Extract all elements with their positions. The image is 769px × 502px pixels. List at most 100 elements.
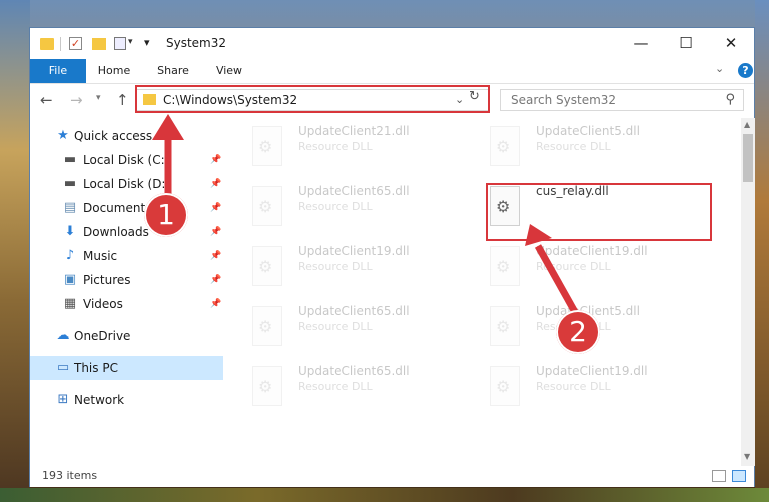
title-bar: ✓ ▾ ▾ System32 — ☐ ✕ [30, 28, 754, 59]
tab-share[interactable]: Share [148, 59, 198, 83]
sidebar-item-label: This PC [74, 361, 118, 375]
file-item[interactable]: UpdateClient65.dll Resource DLL [232, 358, 468, 416]
step-marker-2: 2 [556, 310, 600, 354]
pin-icon[interactable]: 📌 [210, 292, 221, 316]
back-arrow-icon[interactable]: ← [40, 91, 53, 109]
cloud-icon: ☁ [56, 328, 70, 343]
scroll-up-icon[interactable]: ▲ [744, 120, 750, 129]
pin-icon[interactable]: 📌 [210, 172, 221, 196]
file-item[interactable]: UpdateClient65.dll Resource DLL [232, 298, 468, 356]
sidebar-item-onedrive[interactable]: ☁ OneDrive [30, 324, 223, 348]
sidebar-item-pictures[interactable]: ▣ Pictures 📌 [30, 268, 223, 292]
network-icon: ⊞ [57, 392, 69, 407]
sidebar-item-videos[interactable]: ▦ Videos 📌 [30, 292, 223, 316]
dll-file-icon [490, 246, 520, 286]
up-arrow-icon[interactable]: ↑ [116, 91, 129, 109]
file-type: Resource DLL [298, 320, 373, 333]
status-bar: 193 items [30, 466, 754, 487]
tab-view[interactable]: View [206, 59, 252, 83]
dll-file-icon [252, 306, 282, 346]
sidebar-item-label: Local Disk (C:) [83, 153, 170, 167]
details-view-icon[interactable] [712, 470, 726, 482]
sidebar-item-label: Network [74, 393, 125, 407]
ribbon-tabs: File Home Share View ⌄ ? [30, 59, 754, 84]
file-list: UpdateClient21.dllResource DLLUpdateClie… [232, 118, 738, 470]
file-name: UpdateClient65.dll [298, 304, 410, 318]
recent-locations-icon[interactable]: ▾ [96, 93, 101, 103]
sidebar-item-local-disk-d[interactable]: ▬ Local Disk (D:) 📌 [30, 172, 223, 196]
file-name: UpdateClient65.dll [298, 364, 410, 378]
pin-icon[interactable]: 📌 [210, 148, 221, 172]
search-icon[interactable]: ⚲ [725, 92, 735, 107]
search-placeholder: Search System32 [511, 93, 617, 107]
drive-icon: ▬ [63, 176, 77, 191]
sidebar-item-label: Pictures [83, 273, 131, 287]
pin-icon[interactable]: 📌 [210, 196, 221, 220]
dll-file-icon [490, 366, 520, 406]
file-item[interactable]: UpdateClient5.dll Resource DLL [470, 118, 706, 176]
dll-file-icon [252, 186, 282, 226]
file-item[interactable]: UpdateClient19.dll Resource DLL [470, 358, 706, 416]
pin-icon[interactable]: 📌 [210, 244, 221, 268]
file-type: Resource DLL [536, 260, 611, 273]
desktop-background-bottom [0, 488, 769, 502]
new-folder-icon[interactable] [92, 38, 106, 50]
desktop-background-right [755, 0, 769, 502]
dll-file-icon [252, 366, 282, 406]
sidebar-item-local-disk-c[interactable]: ▬ Local Disk (C:) 📌 [30, 148, 223, 172]
star-icon: ★ [57, 128, 69, 143]
address-bar-highlight [135, 85, 490, 113]
sidebar-item-documents[interactable]: ▤ Documents 📌 [30, 196, 223, 220]
dll-file-icon [252, 246, 282, 286]
sidebar-item-this-pc[interactable]: ▭ This PC [30, 356, 223, 380]
customize-toolbar-icon[interactable]: ▾ [144, 36, 150, 52]
dll-file-icon [252, 126, 282, 166]
file-type: Resource DLL [298, 140, 373, 153]
file-name: UpdateClient19.dll [536, 244, 648, 258]
item-count: 193 items [42, 469, 98, 482]
properties-icon[interactable] [114, 37, 126, 50]
computer-icon: ▭ [56, 360, 70, 375]
forward-arrow-icon[interactable]: → [70, 91, 83, 109]
quick-access-caret-icon[interactable]: ▾ [128, 37, 133, 53]
documents-icon: ▤ [63, 200, 77, 215]
sidebar-item-label: OneDrive [74, 329, 131, 343]
tab-file[interactable]: File [30, 59, 86, 83]
tab-home[interactable]: Home [88, 59, 140, 83]
window-title: System32 [166, 36, 227, 50]
dll-file-icon [490, 126, 520, 166]
pictures-icon: ▣ [63, 272, 77, 287]
videos-icon: ▦ [63, 296, 77, 311]
file-name: UpdateClient19.dll [536, 364, 648, 378]
sidebar-item-label: Documents [83, 201, 152, 215]
file-item[interactable]: UpdateClient19.dll Resource DLL [470, 238, 706, 296]
pin-icon[interactable]: 📌 [210, 220, 221, 244]
maximize-button[interactable]: ☐ [664, 28, 708, 58]
file-name: UpdateClient65.dll [298, 184, 410, 198]
vertical-scrollbar[interactable]: ▲ ▼ [741, 118, 755, 466]
dll-file-icon [490, 306, 520, 346]
expand-ribbon-icon[interactable]: ⌄ [715, 62, 724, 75]
search-box[interactable]: Search System32 ⚲ [500, 89, 744, 111]
file-item[interactable]: UpdateClient19.dll Resource DLL [232, 238, 468, 296]
sidebar-item-label: Music [83, 249, 118, 263]
sidebar-item-network[interactable]: ⊞ Network [30, 388, 223, 412]
file-item[interactable]: UpdateClient65.dll Resource DLL [232, 178, 468, 236]
help-icon[interactable]: ? [738, 63, 753, 78]
file-name: UpdateClient21.dll [298, 124, 410, 138]
minimize-button[interactable]: — [619, 28, 663, 58]
music-icon: ♪ [65, 248, 75, 263]
sidebar-item-music[interactable]: ♪ Music 📌 [30, 244, 223, 268]
scrollbar-thumb[interactable] [743, 134, 753, 182]
scroll-down-icon[interactable]: ▼ [744, 452, 750, 461]
file-highlight [486, 183, 712, 241]
close-button[interactable]: ✕ [709, 28, 753, 58]
sidebar-item-downloads[interactable]: ⬇ Downloads 📌 [30, 220, 223, 244]
file-name: UpdateClient5.dll [536, 124, 640, 138]
pin-icon[interactable]: 📌 [210, 268, 221, 292]
tiles-view-icon[interactable] [732, 470, 746, 482]
download-icon: ⬇ [64, 224, 76, 239]
sidebar-item-quick-access[interactable]: ★ Quick access [30, 124, 223, 148]
file-item[interactable]: UpdateClient21.dll Resource DLL [232, 118, 468, 176]
properties-check-icon[interactable]: ✓ [69, 37, 82, 50]
